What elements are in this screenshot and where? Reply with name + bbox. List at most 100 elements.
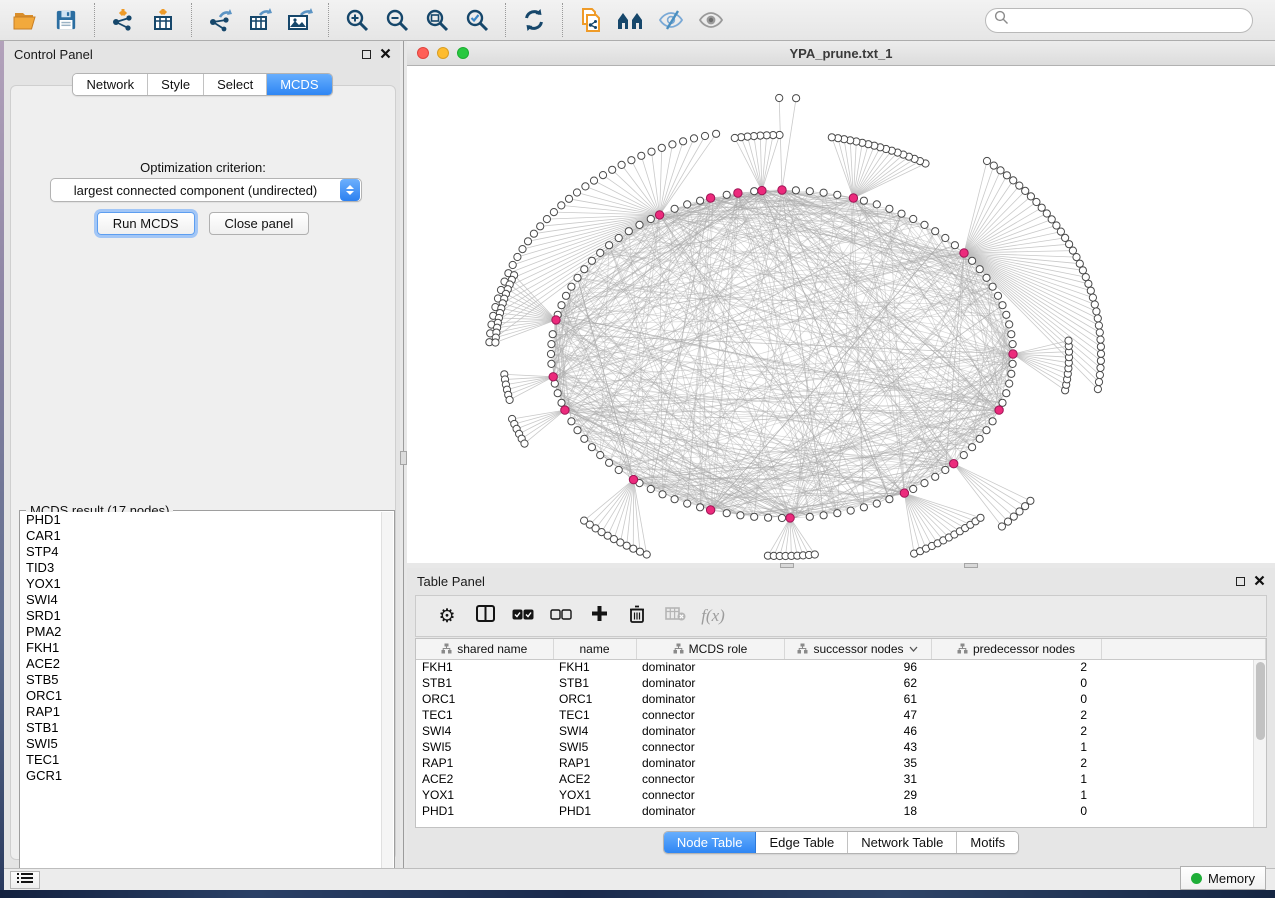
network-node[interactable] (793, 95, 800, 102)
network-node[interactable] (1097, 343, 1104, 350)
network-node[interactable] (994, 292, 1001, 299)
network-node[interactable] (1016, 182, 1023, 189)
tab-style[interactable]: Style (148, 74, 204, 95)
network-node[interactable] (886, 496, 893, 503)
table-row[interactable]: SWI5SWI5connector431 (416, 739, 1266, 755)
zoom-fit-button[interactable] (417, 3, 457, 37)
network-canvas[interactable] (407, 66, 1275, 563)
network-node[interactable] (599, 172, 606, 179)
deselect-all-button[interactable] (542, 598, 580, 634)
network-node[interactable] (820, 512, 827, 519)
network-node[interactable] (806, 188, 813, 195)
network-node[interactable] (847, 507, 854, 514)
mcds-dominator-node[interactable] (706, 506, 714, 514)
table-row[interactable]: ACE2ACE2connector311 (416, 771, 1266, 787)
network-node[interactable] (1004, 518, 1011, 525)
network-node[interactable] (806, 513, 813, 520)
open-file-button[interactable] (6, 3, 46, 37)
tab-network-table[interactable]: Network Table (848, 832, 957, 853)
network-node[interactable] (765, 514, 772, 521)
network-node[interactable] (898, 210, 905, 217)
network-node[interactable] (951, 242, 958, 249)
mcds-dominator-node[interactable] (561, 406, 569, 414)
vertical-splitter[interactable] (400, 41, 407, 868)
network-node[interactable] (509, 261, 516, 268)
network-node[interactable] (615, 466, 622, 473)
network-node[interactable] (1048, 216, 1055, 223)
network-node[interactable] (573, 189, 580, 196)
network-node[interactable] (690, 135, 697, 142)
network-node[interactable] (969, 444, 976, 451)
mcds-dominator-node[interactable] (758, 186, 766, 194)
mcds-result-item[interactable]: SWI4 (21, 592, 381, 608)
network-node[interactable] (558, 302, 565, 309)
network-node[interactable] (976, 435, 983, 442)
network-node[interactable] (1073, 254, 1080, 261)
network-node[interactable] (582, 183, 589, 190)
criterion-dropdown[interactable]: largest connected component (undirected) (50, 178, 362, 202)
network-node[interactable] (977, 514, 984, 521)
network-node[interactable] (1095, 322, 1102, 329)
mcds-dominator-node[interactable] (734, 189, 742, 197)
add-row-button[interactable] (580, 598, 618, 634)
network-node[interactable] (983, 157, 990, 164)
network-node[interactable] (932, 228, 939, 235)
export-image-button[interactable] (280, 3, 320, 37)
network-node[interactable] (548, 360, 555, 367)
network-node[interactable] (1003, 390, 1010, 397)
network-node[interactable] (524, 238, 531, 245)
network-node[interactable] (588, 257, 595, 264)
network-node[interactable] (597, 452, 604, 459)
column-header-successor-nodes[interactable]: successor nodes (784, 639, 931, 659)
mcds-dominator-node[interactable] (629, 475, 637, 483)
network-node[interactable] (1085, 280, 1092, 287)
network-node[interactable] (562, 292, 569, 299)
network-node[interactable] (638, 152, 645, 159)
network-node[interactable] (581, 435, 588, 442)
network-node[interactable] (628, 157, 635, 164)
network-node[interactable] (671, 205, 678, 212)
network-node[interactable] (1003, 172, 1010, 179)
network-node[interactable] (548, 341, 555, 348)
network-node[interactable] (1082, 274, 1089, 281)
network-node[interactable] (1094, 386, 1101, 393)
mcds-result-item[interactable]: SRD1 (21, 608, 381, 624)
network-node[interactable] (625, 228, 632, 235)
mcds-result-item[interactable]: ACE2 (21, 656, 381, 672)
network-node[interactable] (658, 144, 665, 151)
search-input[interactable] (1009, 13, 1229, 27)
mcds-result-item[interactable]: PMA2 (21, 624, 381, 640)
network-node[interactable] (989, 418, 996, 425)
column-header-predecessor-nodes[interactable]: predecessor nodes (931, 639, 1101, 659)
network-node[interactable] (910, 485, 917, 492)
network-node[interactable] (1033, 198, 1040, 205)
network-node[interactable] (811, 551, 818, 558)
network-node[interactable] (778, 514, 785, 521)
network-node[interactable] (530, 230, 537, 237)
save-session-button[interactable] (46, 3, 86, 37)
network-node[interactable] (519, 246, 526, 253)
mcds-result-item[interactable]: STB5 (21, 672, 381, 688)
import-network-button[interactable] (103, 3, 143, 37)
network-node[interactable] (697, 504, 704, 511)
network-node[interactable] (643, 551, 650, 558)
network-node[interactable] (1009, 341, 1016, 348)
export-table-button[interactable] (240, 3, 280, 37)
mcds-dominator-node[interactable] (960, 249, 968, 257)
network-node[interactable] (550, 209, 557, 216)
export-network-button[interactable] (200, 3, 240, 37)
network-node[interactable] (942, 234, 949, 241)
network-node[interactable] (1097, 364, 1104, 371)
mcds-result-list[interactable]: PHD1CAR1STP4TID3YOX1SWI4SRD1PMA2FKH1ACE2… (21, 512, 381, 878)
network-node[interactable] (731, 134, 738, 141)
network-node[interactable] (834, 191, 841, 198)
network-node[interactable] (1079, 267, 1086, 274)
network-node[interactable] (609, 166, 616, 173)
network-node[interactable] (1095, 378, 1102, 385)
network-node[interactable] (860, 504, 867, 511)
tab-edge-table[interactable]: Edge Table (756, 832, 848, 853)
network-node[interactable] (680, 138, 687, 145)
column-header-name[interactable]: name (553, 639, 636, 659)
network-node[interactable] (910, 215, 917, 222)
network-node[interactable] (521, 440, 528, 447)
